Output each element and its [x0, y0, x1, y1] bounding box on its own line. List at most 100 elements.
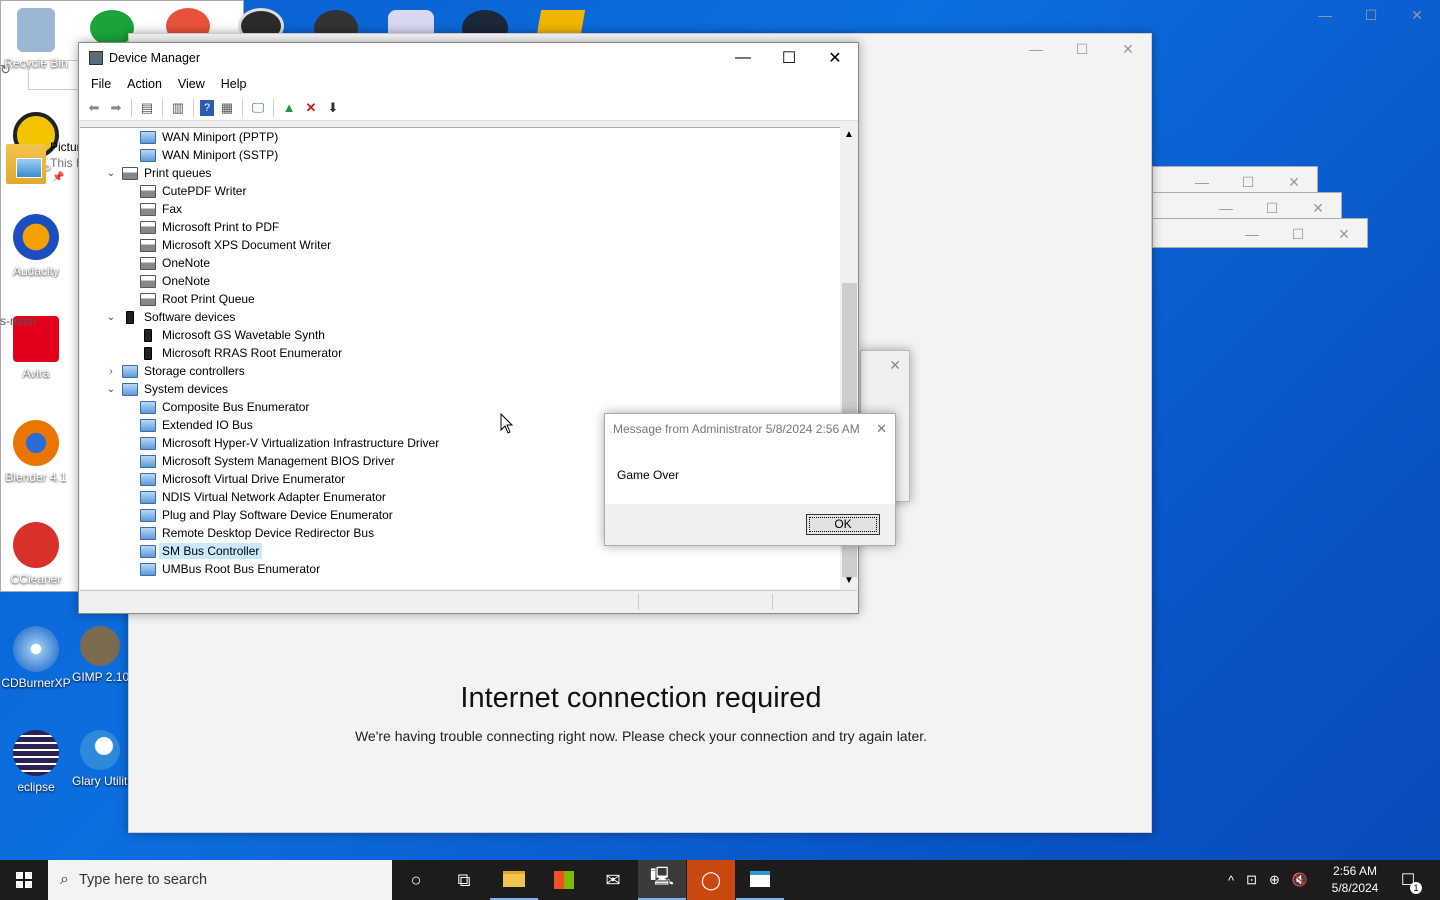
cdburnerxp-icon[interactable]: CDBurnerXP	[0, 626, 72, 690]
tree-device[interactable]: Microsoft Virtual Drive Enumerator	[140, 470, 345, 488]
volume-muted-icon[interactable]: 🔇	[1292, 872, 1308, 888]
toolbar-separator	[131, 98, 132, 117]
tree-category[interactable]: ⌄ Print queues	[104, 164, 212, 182]
tree-device[interactable]: WAN Miniport (PPTP)	[140, 128, 278, 146]
close-icon[interactable]: ✕	[1321, 219, 1367, 249]
tree-device[interactable]: Extended IO Bus	[140, 416, 253, 434]
clock-date: 5/8/2024	[1331, 881, 1379, 895]
close-icon[interactable]: ✕	[1394, 0, 1440, 30]
network-icon[interactable]: ⊕	[1269, 872, 1280, 888]
glary-utilities-icon[interactable]: Glary Utilities	[72, 730, 128, 788]
tree-device[interactable]: Microsoft Hyper-V Virtualization Infrast…	[140, 434, 439, 452]
maximize-icon[interactable]: ☐	[1348, 0, 1394, 30]
tree-device[interactable]: Microsoft GS Wavetable Synth	[140, 326, 325, 344]
device-manager-taskbar-icon[interactable]: 🖳	[638, 860, 686, 900]
view-icon[interactable]: ▦	[218, 99, 236, 117]
tree-category[interactable]: ⌄ Software devices	[104, 308, 236, 326]
tree-category[interactable]: ⌄ System devices	[104, 380, 228, 398]
task-view-icon[interactable]: ⧉	[440, 860, 488, 900]
notification-center-icon[interactable]: ☐ 1	[1388, 860, 1428, 900]
menu-file[interactable]: File	[83, 77, 119, 91]
toolbar-separator	[273, 98, 274, 117]
show-hide-icon[interactable]: ▥	[169, 99, 187, 117]
menu-view[interactable]: View	[170, 77, 213, 91]
tree-item-label: Microsoft GS Wavetable Synth	[162, 328, 325, 342]
tree-device[interactable]: OneNote	[140, 254, 210, 272]
blender-icon[interactable]: Blender 4.1	[0, 420, 72, 484]
close-icon[interactable]: ✕	[889, 357, 901, 374]
ok-button[interactable]: OK	[806, 514, 880, 535]
tree-device[interactable]: WAN Miniport (SSTP)	[140, 146, 278, 164]
mail-icon[interactable]: ✉	[589, 860, 637, 900]
tree-device[interactable]: Fax	[140, 200, 182, 218]
tree-device[interactable]: Root Print Queue	[140, 290, 255, 308]
tree-device[interactable]: Microsoft RRAS Root Enumerator	[140, 344, 342, 362]
show-hidden-icons-icon[interactable]: ^	[1228, 873, 1234, 888]
pictures-folder-icon[interactable]	[6, 144, 46, 184]
update-driver-icon[interactable]: ▲	[280, 99, 298, 117]
collapse-arrow-icon[interactable]: ⌄	[104, 168, 118, 179]
forward-icon[interactable]: ➡	[107, 99, 125, 117]
expand-arrow-icon[interactable]: ›	[104, 366, 118, 377]
maximize-icon[interactable]: ☐	[766, 43, 812, 73]
tree-device[interactable]: Microsoft XPS Document Writer	[140, 236, 331, 254]
gimp-icon[interactable]: GIMP 2.10	[72, 626, 128, 684]
scroll-down-icon[interactable]: ▼	[844, 575, 854, 586]
menu-action[interactable]: Action	[119, 77, 170, 91]
minimize-icon[interactable]: —	[1013, 34, 1059, 64]
tree-item-label: WAN Miniport (SSTP)	[162, 148, 279, 162]
meet-now-icon[interactable]: ⊡	[1246, 872, 1257, 888]
tree-device[interactable]: Composite Bus Enumerator	[140, 398, 309, 416]
message-dialog[interactable]: Message from Administrator 5/8/2024 2:56…	[604, 413, 896, 546]
collapse-arrow-icon[interactable]: ⌄	[104, 384, 118, 395]
menu-help[interactable]: Help	[213, 77, 255, 91]
maximize-icon[interactable]: ☐	[1275, 219, 1321, 249]
minimize-icon[interactable]: —	[1302, 0, 1348, 30]
clock[interactable]: 2:56 AM 5/8/2024	[1324, 863, 1386, 897]
file-explorer-taskbar-icon[interactable]	[490, 860, 538, 900]
toolbar-separator	[162, 98, 163, 117]
close-icon[interactable]: ✕	[812, 43, 858, 73]
minimize-icon[interactable]: —	[720, 43, 766, 73]
cortana-icon[interactable]: ○	[392, 860, 440, 900]
tree-item-label: Microsoft XPS Document Writer	[162, 238, 332, 252]
monitor-icon[interactable]: 🖵	[249, 99, 267, 117]
taskbar-search-box[interactable]: ⌕ Type here to search	[48, 860, 392, 900]
uninstall-icon[interactable]: ✕	[302, 99, 320, 117]
tree-device[interactable]: Microsoft Print to PDF	[140, 218, 279, 236]
tree-category[interactable]: › Storage controllers	[104, 362, 244, 380]
background-window-3[interactable]: — ☐ ✕	[1152, 218, 1368, 248]
back-icon[interactable]: ⬅	[85, 99, 103, 117]
download-icon[interactable]: ⬇	[324, 99, 342, 117]
tree-device[interactable]: CutePDF Writer	[140, 182, 246, 200]
device-icon	[140, 418, 156, 432]
scroll-up-icon[interactable]: ▲	[844, 129, 854, 140]
minimize-icon[interactable]: —	[1229, 219, 1275, 249]
refresh-icon[interactable]: ↻	[0, 62, 11, 78]
eclipse-icon[interactable]: eclipse	[0, 730, 72, 794]
tree-device[interactable]: UMBus Root Bus Enumerator	[140, 560, 320, 578]
app-taskbar-icon[interactable]	[736, 860, 784, 900]
audacity-icon[interactable]: Audacity	[0, 214, 72, 278]
printer-icon	[140, 184, 156, 198]
tree-device[interactable]: Plug and Play Software Device Enumerator	[140, 506, 393, 524]
ccleaner-icon[interactable]: CCleaner	[0, 522, 72, 586]
device-icon	[122, 364, 138, 378]
tree-device[interactable]: OneNote	[140, 272, 210, 290]
maximize-icon[interactable]: ☐	[1059, 34, 1105, 64]
microsoft-store-icon[interactable]	[540, 860, 588, 900]
title-bar[interactable]: Device Manager — ☐ ✕	[79, 43, 858, 73]
help-icon[interactable]: ?	[200, 99, 214, 116]
collapse-arrow-icon[interactable]: ⌄	[104, 312, 118, 323]
tree-device[interactable]: Remote Desktop Device Redirector Bus	[140, 524, 374, 542]
close-icon[interactable]: ✕	[1105, 34, 1151, 64]
start-button[interactable]	[0, 860, 48, 900]
close-icon[interactable]: ✕	[876, 421, 887, 437]
properties-icon[interactable]: ▤	[138, 99, 156, 117]
tree-item-label: WAN Miniport (PPTP)	[162, 130, 279, 144]
office-icon[interactable]: ◯	[687, 860, 735, 900]
tree-device[interactable]: SM Bus Controller	[140, 542, 263, 560]
mouse-cursor-icon	[500, 413, 514, 434]
tree-device[interactable]: Microsoft System Management BIOS Driver	[140, 452, 395, 470]
tree-device[interactable]: NDIS Virtual Network Adapter Enumerator	[140, 488, 386, 506]
